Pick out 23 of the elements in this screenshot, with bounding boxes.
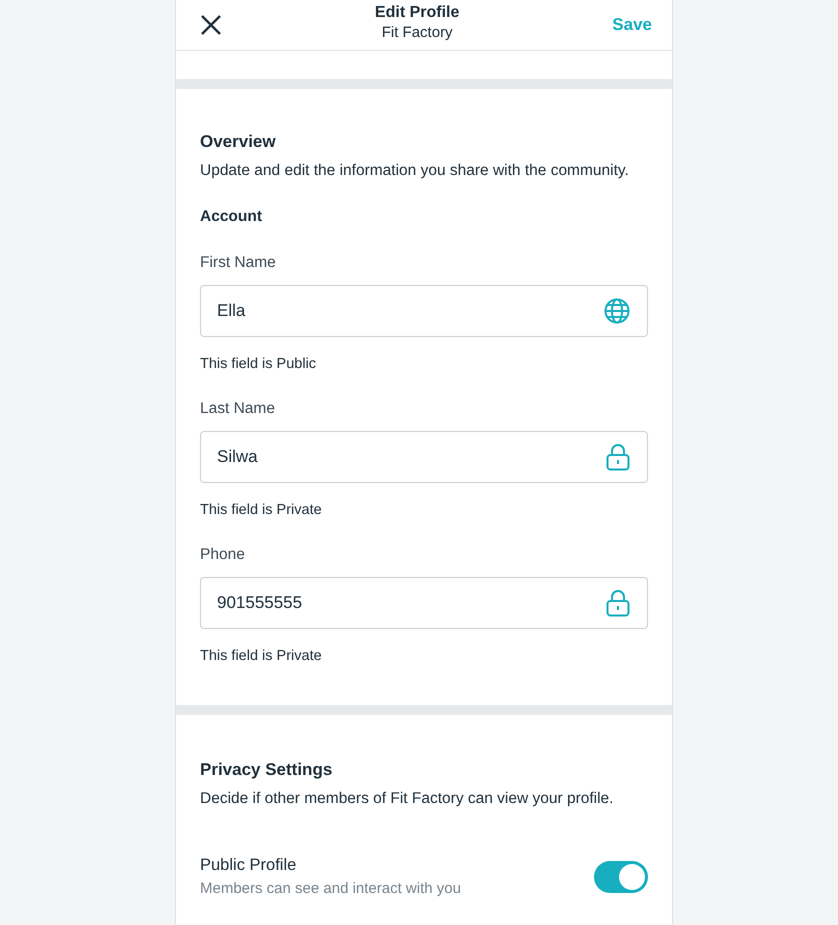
close-button[interactable] [200, 14, 222, 36]
section-heading: Overview [200, 131, 277, 153]
lock-icon [606, 589, 630, 617]
subsection-heading: Account [200, 207, 263, 227]
field-label: Phone [200, 545, 246, 565]
field-note: This field is Private [200, 647, 323, 665]
section-description: Decide if other members of Fit Factory can view your profile. [200, 789, 614, 809]
lock-icon [606, 443, 630, 471]
page-title: Edit Profile [374, 3, 460, 23]
field-note: This field is Public [200, 355, 318, 373]
field-label: Last Name [200, 399, 276, 419]
toggle-label: Public Profile [200, 855, 298, 875]
globe-icon [604, 298, 630, 324]
toggle-hint: Members can see and interact with you [200, 879, 461, 899]
section-heading: Privacy Settings [200, 759, 334, 781]
input-field[interactable]: 901555555 [200, 577, 648, 629]
page-subtitle: Fit Factory [382, 23, 453, 43]
toggle-switch[interactable] [594, 861, 648, 893]
field-label: First Name [200, 253, 277, 273]
input-field[interactable]: Silwa [200, 431, 648, 483]
section-description: Update and edit the information you share with the community. [200, 161, 630, 181]
field-note: This field is Private [200, 501, 323, 519]
input-field[interactable]: Ella [200, 285, 648, 337]
